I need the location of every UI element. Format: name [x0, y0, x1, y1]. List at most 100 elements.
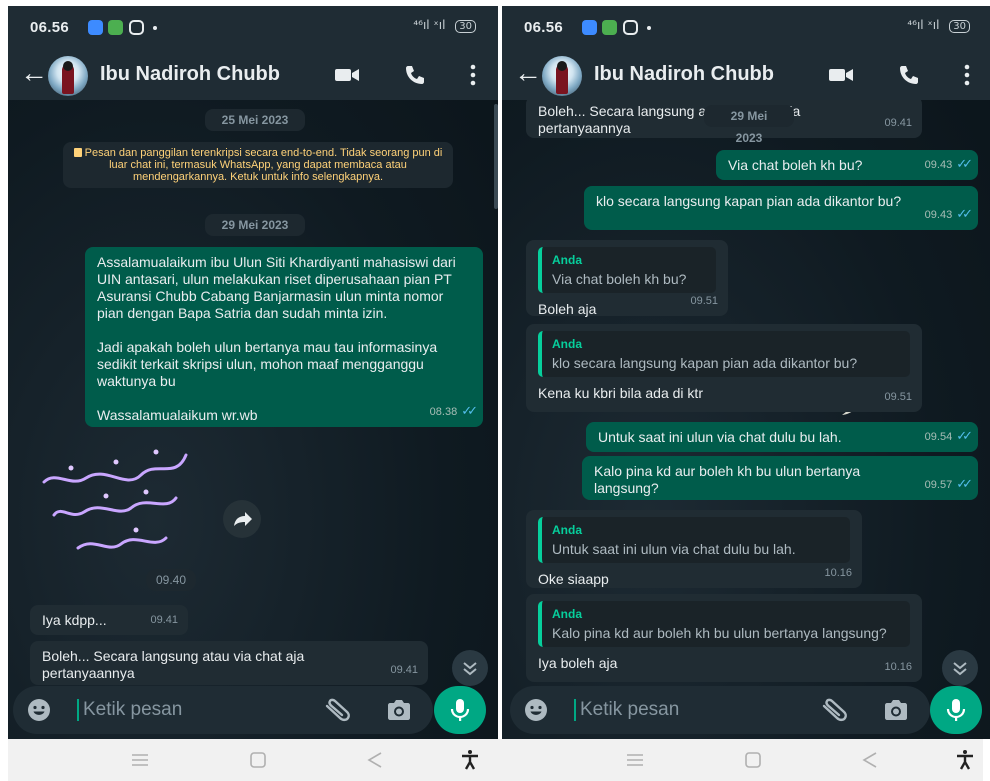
menu-lines-icon[interactable] — [623, 749, 647, 771]
instagram-icon — [623, 20, 638, 35]
message-time: 09.43 — [924, 159, 953, 171]
message-text: Kalo pina kd aur boleh kh bu ulun bertan… — [594, 463, 865, 496]
paperclip-icon[interactable] — [820, 698, 848, 722]
chevrons-down-icon — [463, 662, 477, 676]
square-icon[interactable] — [246, 749, 270, 771]
scroll-down-button[interactable] — [452, 650, 488, 686]
chat-screen-right: 06.56 ⁴⁶ıl ˣıl 30 ← Ibu Nadiroh Chubb Bo… — [502, 6, 990, 739]
message-time: 09.43 — [924, 209, 953, 221]
message-bubble-incoming-reply[interactable]: Anda klo secara langsung kapan pian ada … — [526, 324, 922, 412]
message-time: 10.16 — [884, 661, 912, 673]
message-bubble-incoming-reply[interactable]: Anda Untuk saat ini ulun via chat dulu b… — [526, 510, 862, 588]
app-notification-icon — [108, 20, 123, 35]
quote-author: Anda — [552, 253, 582, 267]
accessibility-icon[interactable] — [953, 749, 977, 771]
accessibility-icon[interactable] — [458, 749, 482, 771]
instagram-icon — [129, 20, 144, 35]
battery-icon: 30 — [455, 20, 476, 33]
date-chip: 25 Mei 2023 — [205, 109, 305, 131]
contact-name[interactable]: Ibu Nadiroh Chubb — [594, 63, 774, 86]
quoted-message[interactable]: Anda Untuk saat ini ulun via chat dulu b… — [538, 517, 850, 563]
more-notifications-icon — [153, 26, 157, 30]
message-time: 09.51 — [884, 391, 912, 403]
triangle-back-icon[interactable] — [858, 749, 882, 771]
message-input[interactable]: Ketik pesan — [580, 699, 679, 721]
forward-button[interactable] — [223, 500, 261, 538]
voice-message-button[interactable] — [930, 686, 982, 734]
chat-screen-left: 06.56 ⁴⁶ıl ˣıl 30 ← Ibu Nadiroh Chubb 25… — [8, 6, 498, 739]
square-icon[interactable] — [741, 749, 765, 771]
message-bubble-outgoing[interactable]: Kalo pina kd aur boleh kh bu ulun bertan… — [582, 456, 978, 500]
date-chip: 29 Mei 2023 — [704, 105, 794, 145]
arrow-left-icon[interactable]: ← — [514, 59, 542, 87]
read-ticks-icon: ✓✓ — [956, 428, 973, 443]
chevrons-down-icon — [953, 662, 967, 676]
sticker[interactable] — [26, 440, 201, 565]
paperclip-icon[interactable] — [323, 698, 351, 722]
app-notification-icon — [88, 20, 103, 35]
message-text: klo secara langsung kapan pian ada dikan… — [596, 193, 902, 209]
video-camera-icon[interactable] — [334, 64, 360, 86]
triangle-back-icon[interactable] — [363, 749, 387, 771]
message-bubble-incoming[interactable]: Boleh... Secara langsung atau via chat a… — [30, 641, 428, 685]
message-composer: Ketik pesan — [13, 686, 433, 734]
message-time: 09.41 — [390, 664, 418, 676]
avatar[interactable] — [48, 56, 88, 96]
date-chip: 29 Mei 2023 — [205, 214, 305, 236]
quoted-message[interactable]: Anda Kalo pina kd aur boleh kh bu ulun b… — [538, 601, 910, 647]
read-ticks-icon: ✓✓ — [461, 403, 478, 418]
message-bubble-incoming-reply[interactable]: Anda Kalo pina kd aur boleh kh bu ulun b… — [526, 594, 922, 682]
quoted-message[interactable]: Anda Via chat boleh kh bu? — [538, 247, 716, 293]
scroll-down-button[interactable] — [942, 650, 978, 686]
menu-lines-icon[interactable] — [128, 749, 152, 771]
scrollbar[interactable] — [494, 104, 498, 209]
chat-header: ← Ibu Nadiroh Chubb — [8, 50, 498, 100]
avatar[interactable] — [542, 56, 582, 96]
message-text: Oke siaapp — [538, 571, 609, 587]
camera-icon[interactable] — [882, 698, 910, 722]
message-time: 09.41 — [150, 614, 178, 626]
message-bubble-incoming[interactable]: Iya kdpp... 09.41 — [30, 605, 188, 635]
quoted-message[interactable]: Anda klo secara langsung kapan pian ada … — [538, 331, 910, 377]
message-time: 08.38 — [429, 406, 458, 418]
contact-name[interactable]: Ibu Nadiroh Chubb — [100, 63, 280, 86]
lock-icon — [73, 148, 82, 157]
system-navigation-bar — [8, 739, 983, 781]
message-text: Boleh... Secara langsung atau via chat a… — [538, 103, 805, 136]
message-bubble-outgoing[interactable]: Assalamualaikum ibu Ulun Siti Khardiyant… — [85, 247, 483, 427]
message-bubble-outgoing[interactable]: Via chat boleh kh bu? 09.43 ✓✓ — [716, 150, 978, 180]
phone-icon[interactable] — [897, 63, 921, 87]
message-bubble-outgoing[interactable]: Untuk saat ini ulun via chat dulu bu lah… — [586, 422, 978, 452]
microphone-icon — [450, 699, 470, 721]
message-list[interactable]: Boleh... Secara langsung atau via chat a… — [502, 100, 990, 686]
message-bubble-outgoing[interactable]: klo secara langsung kapan pian ada dikan… — [584, 186, 978, 230]
quote-author: Anda — [552, 337, 582, 351]
phone-icon[interactable] — [403, 63, 427, 87]
read-ticks-icon: ✓✓ — [956, 156, 973, 171]
camera-icon[interactable] — [385, 698, 413, 722]
message-meta: 08.38 ✓✓ — [429, 402, 478, 421]
message-text: Boleh aja — [538, 301, 597, 317]
video-camera-icon[interactable] — [828, 64, 854, 86]
voice-message-button[interactable] — [434, 686, 486, 734]
signal-battery: ⁴⁶ıl ˣıl 30 — [413, 18, 476, 33]
status-time: 06.56 — [30, 19, 70, 36]
encryption-text: Pesan dan panggilan terenkripsi secara e… — [84, 147, 443, 183]
message-meta: 09.43 ✓✓ — [924, 155, 973, 174]
encryption-notice[interactable]: Pesan dan panggilan terenkripsi secara e… — [63, 142, 453, 188]
message-time: 10.16 — [824, 567, 852, 579]
message-bubble-incoming-reply[interactable]: Anda Via chat boleh kh bu? Boleh aja 09.… — [526, 240, 728, 317]
message-composer: Ketik pesan — [510, 686, 930, 734]
more-vertical-icon[interactable] — [470, 63, 476, 87]
more-vertical-icon[interactable] — [964, 63, 970, 87]
emoji-icon[interactable] — [27, 698, 51, 722]
text-cursor — [574, 699, 576, 721]
quote-text: Via chat boleh kh bu? — [552, 271, 687, 287]
message-list[interactable]: 25 Mei 2023 Pesan dan panggilan terenkri… — [8, 100, 498, 686]
emoji-icon[interactable] — [524, 698, 548, 722]
status-time: 06.56 — [524, 19, 564, 36]
chat-header: ← Ibu Nadiroh Chubb — [502, 50, 990, 100]
signal-icon: ⁴⁶ıl ˣıl — [907, 18, 940, 32]
arrow-left-icon[interactable]: ← — [20, 59, 48, 87]
message-input[interactable]: Ketik pesan — [83, 699, 182, 721]
